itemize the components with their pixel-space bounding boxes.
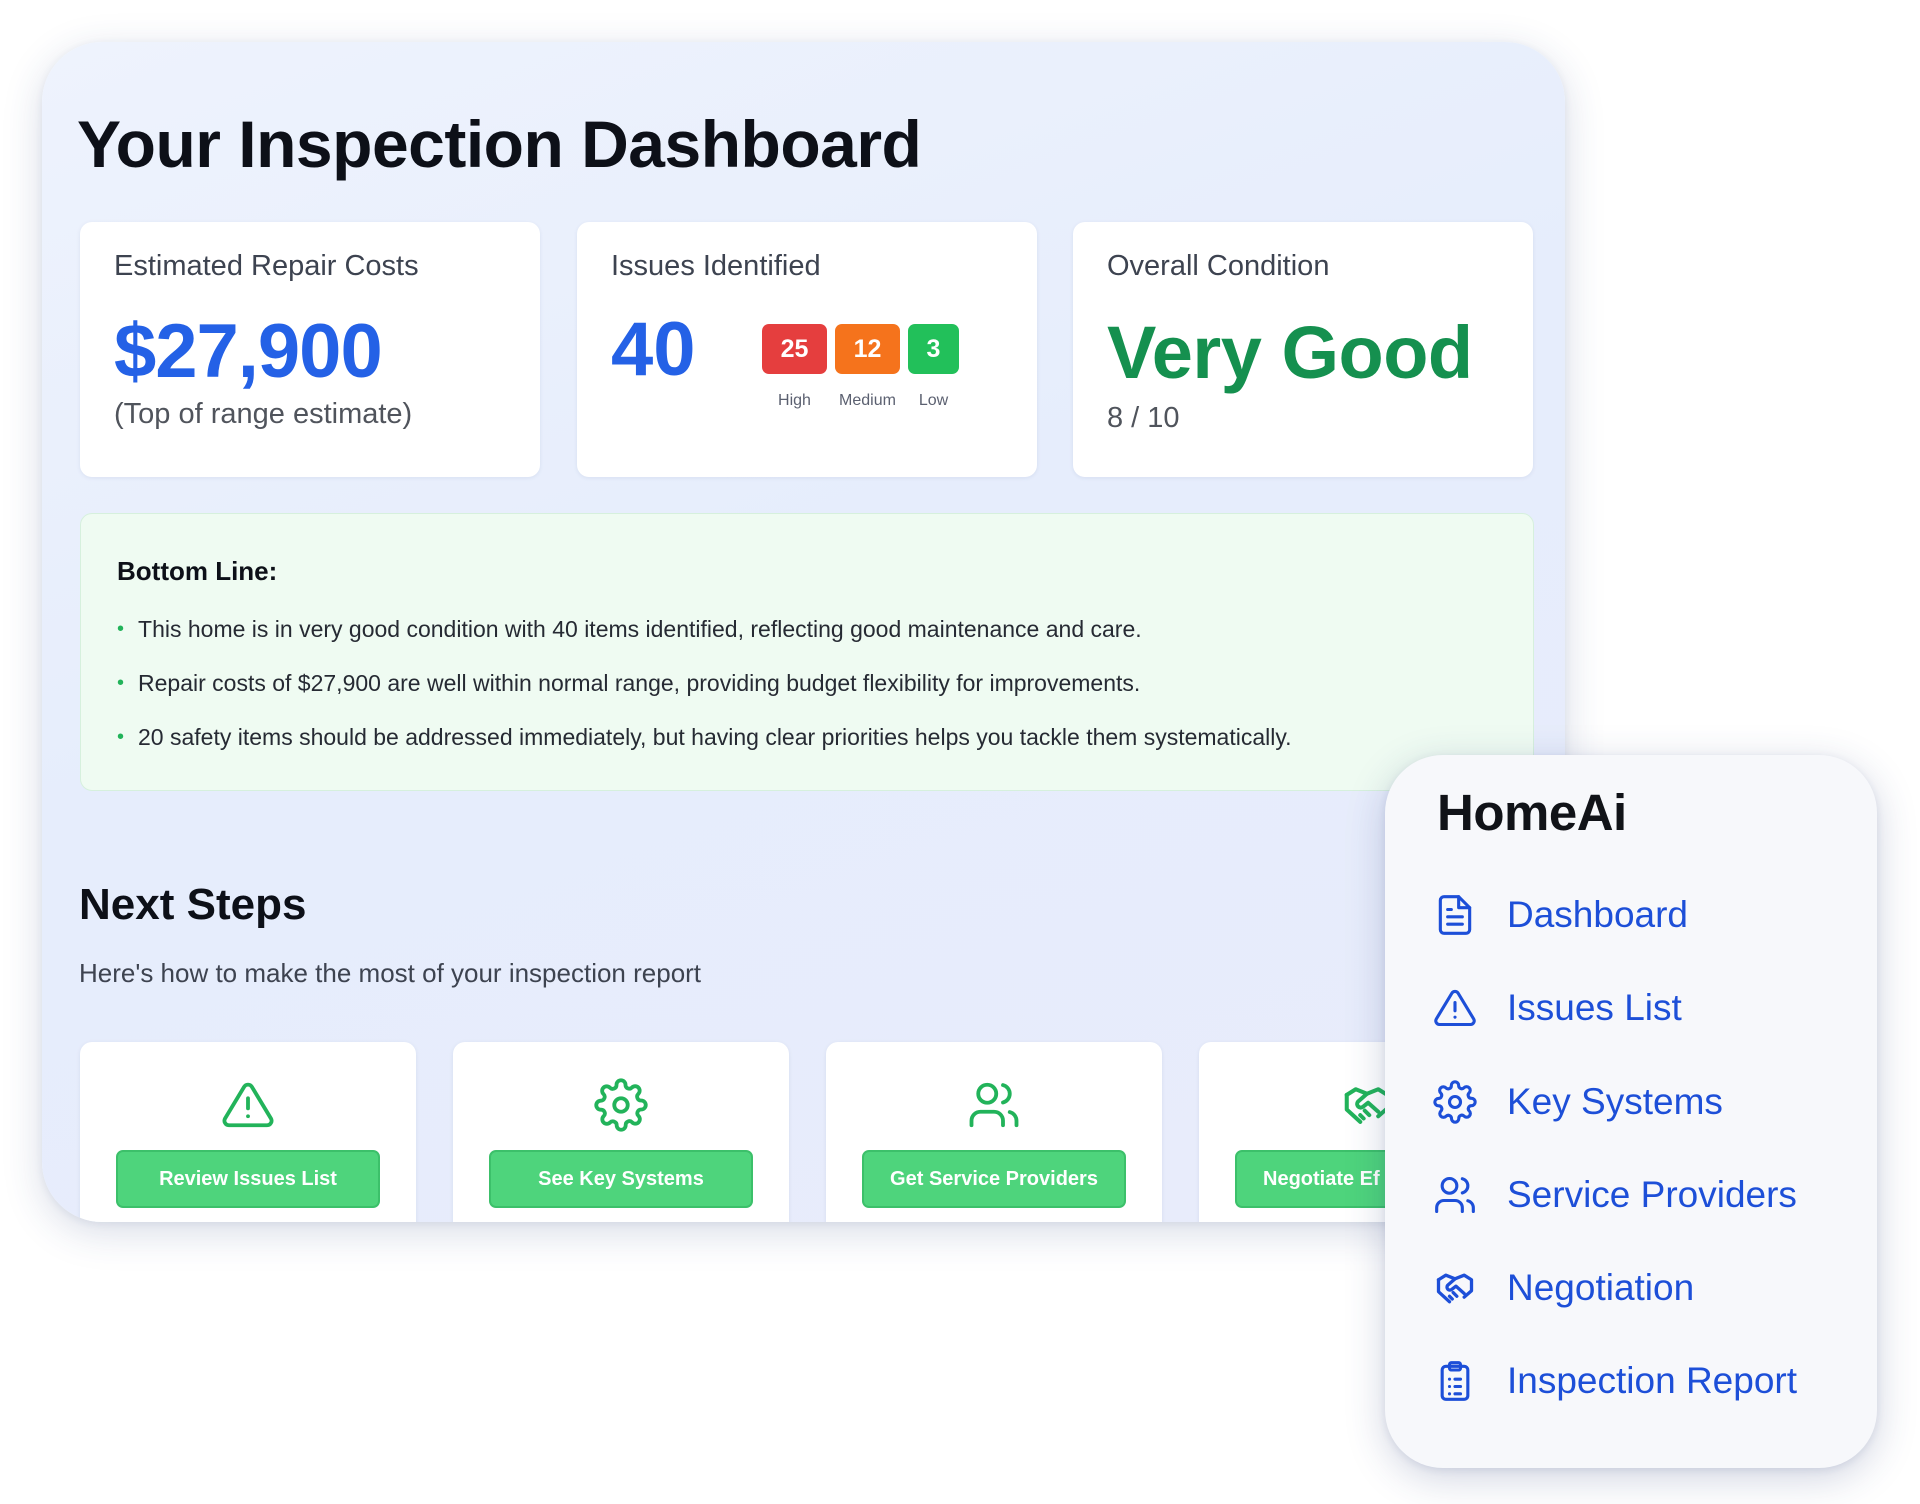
repair-costs-value: $27,900 — [114, 309, 383, 394]
condition-label: Overall Condition — [1107, 250, 1330, 282]
list-item: • 20 safety items should be addressed imm… — [117, 724, 1292, 778]
condition-card: Overall Condition Very Good 8 / 10 — [1073, 222, 1533, 477]
bottom-line-title: Bottom Line: — [117, 556, 278, 586]
low-badge-group: 3 Low — [908, 324, 959, 410]
gear-icon — [1433, 1080, 1477, 1124]
medium-badge-group: 12 Medium — [835, 324, 900, 410]
nav-item-inspection-report[interactable]: Inspection Report — [1433, 1351, 1797, 1411]
nav-item-service-providers[interactable]: Service Providers — [1433, 1165, 1797, 1225]
issues-card: Issues Identified 40 25 High 12 Medium 3… — [577, 222, 1037, 477]
nav-item-negotiation[interactable]: Negotiation — [1433, 1258, 1694, 1318]
list-item: • This home is in very good condition wit… — [117, 616, 1292, 670]
dashboard-panel: Your Inspection Dashboard Estimated Repa… — [42, 42, 1565, 1222]
nav-item-key-systems[interactable]: Key Systems — [1433, 1072, 1723, 1132]
low-count-badge: 3 — [908, 324, 959, 374]
severity-badges: 25 High 12 Medium 3 Low — [762, 324, 959, 410]
bottom-line-text: Repair costs of $27,900 are well within … — [138, 670, 1141, 696]
nav-item-label: Service Providers — [1507, 1174, 1797, 1215]
repair-costs-label: Estimated Repair Costs — [114, 250, 419, 282]
nav-item-label: Negotiation — [1507, 1267, 1695, 1308]
bottom-line-list: • This home is in very good condition wit… — [117, 616, 1292, 778]
bullet-icon: • — [117, 618, 125, 640]
nav-menu: HomeAi Dashboard Issues List Key Systems… — [1385, 755, 1877, 1468]
step-card-providers: Get Service Providers — [826, 1042, 1162, 1222]
nav-item-label: Inspection Report — [1507, 1360, 1798, 1401]
users-icon — [1433, 1173, 1477, 1217]
page-title: Your Inspection Dashboard — [77, 107, 922, 181]
bottom-line-text: This home is in very good condition with… — [138, 616, 1142, 642]
warning-icon — [1433, 986, 1477, 1030]
next-steps-subtitle: Here's how to make the most of your insp… — [79, 958, 702, 988]
repair-costs-card: Estimated Repair Costs $27,900 (Top of r… — [80, 222, 540, 477]
handshake-icon — [1433, 1266, 1477, 1310]
nav-item-issues-list[interactable]: Issues List — [1433, 978, 1682, 1038]
repair-costs-note: (Top of range estimate) — [114, 398, 413, 430]
condition-score: 8 / 10 — [1107, 402, 1180, 434]
next-steps-title: Next Steps — [79, 880, 307, 929]
review-issues-button[interactable]: Review Issues List — [116, 1150, 380, 1208]
document-icon — [1433, 893, 1477, 937]
see-key-systems-button[interactable]: See Key Systems — [489, 1150, 753, 1208]
warning-icon — [221, 1078, 275, 1132]
list-item: • Repair costs of $27,900 are well within… — [117, 670, 1292, 724]
medium-count-badge: 12 — [835, 324, 900, 374]
high-label: High — [778, 392, 811, 409]
nav-item-dashboard[interactable]: Dashboard — [1433, 885, 1688, 945]
get-service-providers-button[interactable]: Get Service Providers — [862, 1150, 1126, 1208]
app-title: HomeAi — [1437, 784, 1627, 841]
high-badge-group: 25 High — [762, 324, 827, 410]
bullet-icon: • — [117, 672, 125, 694]
step-card-issues: Review Issues List — [80, 1042, 416, 1222]
bottom-line-text: 20 safety items should be addressed imme… — [138, 724, 1292, 750]
clipboard-icon — [1433, 1359, 1477, 1403]
condition-value: Very Good — [1107, 311, 1473, 394]
issues-value: 40 — [611, 307, 696, 392]
bottom-line-panel: Bottom Line: • This home is in very good … — [80, 513, 1534, 791]
low-label: Low — [918, 392, 949, 409]
step-card-systems: See Key Systems — [453, 1042, 789, 1222]
bullet-icon: • — [117, 726, 125, 748]
nav-item-label: Key Systems — [1507, 1081, 1723, 1122]
users-icon — [967, 1078, 1021, 1132]
issues-label: Issues Identified — [611, 250, 821, 282]
nav-item-label: Dashboard — [1507, 894, 1689, 935]
medium-label: Medium — [839, 392, 896, 409]
nav-item-label: Issues List — [1507, 987, 1682, 1028]
high-count-badge: 25 — [762, 324, 827, 374]
gear-icon — [594, 1078, 648, 1132]
